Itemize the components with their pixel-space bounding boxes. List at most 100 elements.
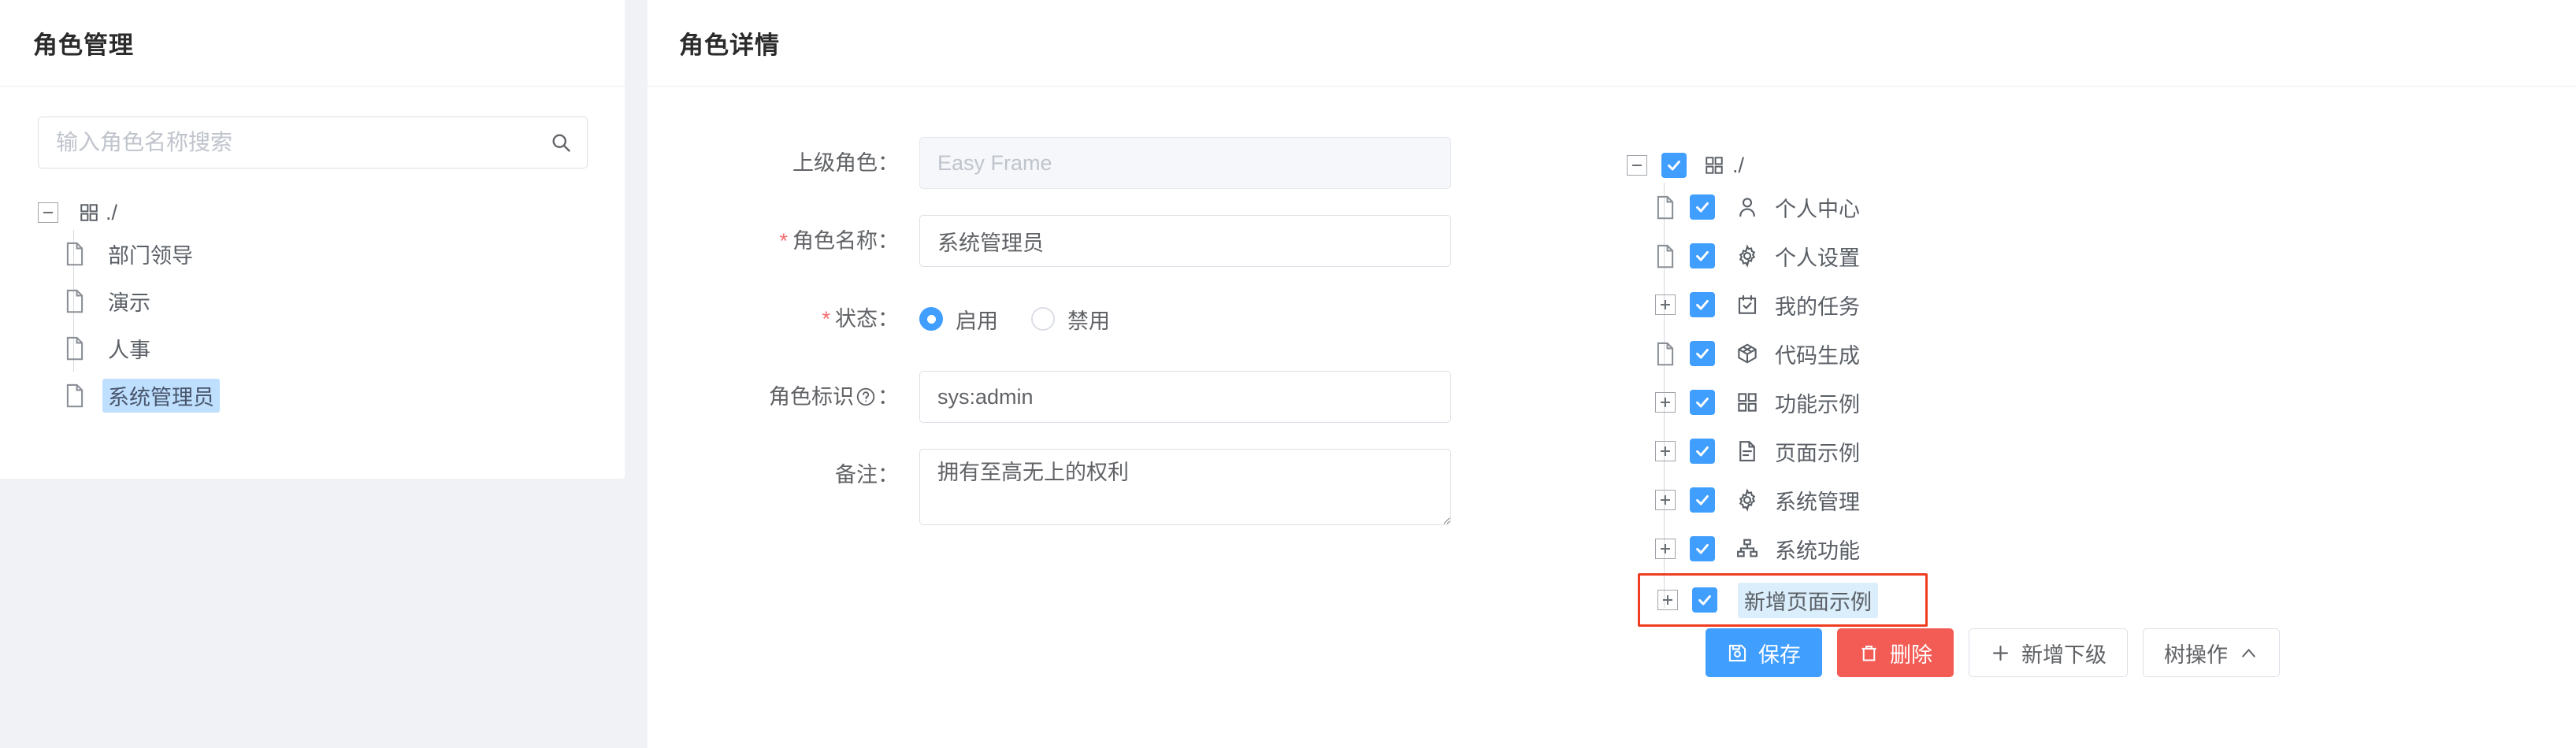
role-list-panel: 角色管理 输入角色名称搜索 ./ 部门领导 演示 人事 系统管理员 <box>0 0 625 479</box>
collapse-toggle-icon[interactable] <box>38 202 58 223</box>
expand-toggle-icon[interactable] <box>1655 392 1676 413</box>
cube-icon <box>1735 342 1759 365</box>
grid-icon <box>1735 391 1759 414</box>
expand-toggle-icon[interactable] <box>1657 590 1678 610</box>
permission-row[interactable]: 个人中心 <box>1655 183 2068 231</box>
add-child-button[interactable]: 新增下级 <box>1969 628 2128 677</box>
role-tree-root[interactable]: ./ <box>38 195 587 230</box>
status-radio-enabled[interactable]: 启用 <box>919 304 998 335</box>
role-name-input[interactable] <box>919 215 1451 267</box>
status-radio-disabled[interactable]: 禁用 <box>1031 304 1110 335</box>
role-detail-body: 上级角色： *角色名称： *状态： <box>648 87 2576 748</box>
checkbox-checked-icon[interactable] <box>1690 292 1715 317</box>
role-name-label: * 角色名称： <box>648 215 919 267</box>
status-label: * 状态： <box>648 293 919 345</box>
radio-dot-selected-icon <box>919 307 943 331</box>
save-button-label: 保存 <box>1758 642 1801 667</box>
document-icon <box>1735 439 1759 463</box>
list-item-label: 演示 <box>108 291 150 315</box>
gear-icon <box>1735 244 1759 268</box>
required-asterisk: * <box>779 229 788 253</box>
list-item[interactable]: 人事 <box>65 324 587 372</box>
permission-row[interactable]: 我的任务 <box>1655 280 2068 329</box>
chevron-up-icon <box>2239 643 2259 663</box>
checkbox-checked-icon[interactable] <box>1690 536 1715 561</box>
remark-label: 备注： <box>835 463 899 487</box>
role-key-input[interactable] <box>919 371 1451 423</box>
checkbox-checked-icon[interactable] <box>1690 390 1715 415</box>
permission-row[interactable]: 个人设置 <box>1655 231 2068 280</box>
expand-toggle-icon[interactable] <box>1655 441 1676 461</box>
checkbox-checked-icon[interactable] <box>1661 153 1687 178</box>
remark-textarea[interactable] <box>919 449 1451 525</box>
permission-row[interactable]: 代码生成 <box>1655 329 2068 378</box>
role-tree: ./ 部门领导 演示 人事 系统管理员 <box>38 195 587 419</box>
search-input[interactable] <box>38 117 588 168</box>
file-icon <box>1655 195 1676 220</box>
checkbox-checked-icon[interactable] <box>1690 243 1715 268</box>
permission-tree-root-label: ./ <box>1732 153 1745 177</box>
expand-toggle-icon[interactable] <box>1655 294 1676 315</box>
task-check-icon <box>1735 293 1759 317</box>
checkbox-checked-icon[interactable] <box>1690 194 1715 220</box>
expand-toggle-icon[interactable] <box>1655 490 1676 510</box>
permission-row[interactable]: 系统功能 <box>1655 524 2068 573</box>
role-detail-header: 角色详情 <box>648 0 2576 87</box>
permission-row[interactable]: 页面示例 <box>1655 427 2068 476</box>
user-icon <box>1735 195 1759 219</box>
file-icon <box>1655 244 1676 268</box>
grid-icon <box>1704 155 1724 176</box>
list-item[interactable]: 部门领导 <box>65 230 587 277</box>
delete-button[interactable]: 删除 <box>1837 628 1954 677</box>
role-search <box>38 117 588 168</box>
checkbox-checked-icon[interactable] <box>1692 587 1717 613</box>
role-key-label-suffix: ： <box>878 385 899 409</box>
role-tree-children: 部门领导 演示 人事 系统管理员 <box>65 230 587 419</box>
list-item[interactable]: 演示 <box>65 277 587 324</box>
radio-dot-icon <box>1031 307 1055 331</box>
file-icon <box>65 383 85 408</box>
tree-actions-button[interactable]: 树操作 <box>2143 628 2280 677</box>
save-button[interactable]: 保存 <box>1706 628 1822 677</box>
permission-row-label: 页面示例 <box>1775 441 1860 465</box>
gear-icon <box>1735 488 1759 512</box>
permission-row-highlighted[interactable]: 新增页面示例 <box>1638 573 1928 627</box>
status-radio-group: 启用 禁用 <box>919 293 1143 345</box>
expand-toggle-icon[interactable] <box>1655 539 1676 559</box>
permission-row-label: 系统管理 <box>1775 490 1860 514</box>
parent-role-label: 上级角色： <box>792 151 899 175</box>
permission-row-label: 新增页面示例 <box>1738 582 1878 618</box>
checkbox-checked-icon[interactable] <box>1690 341 1715 366</box>
permission-row[interactable]: 功能示例 <box>1655 378 2068 427</box>
permission-tree-root[interactable]: ./ <box>1627 148 2068 183</box>
file-icon <box>65 289 85 313</box>
list-item-label: 系统管理员 <box>102 378 220 413</box>
grid-icon <box>79 202 99 223</box>
question-circle-icon[interactable] <box>856 374 876 406</box>
page-title: 角色管理 <box>33 31 134 59</box>
permission-row-label: 代码生成 <box>1775 343 1860 368</box>
permission-row[interactable]: 系统管理 <box>1655 476 2068 524</box>
role-list-body: ./ 部门领导 <box>0 87 625 419</box>
checkbox-checked-icon[interactable] <box>1690 487 1715 513</box>
role-name-label-text: 角色名称： <box>792 229 899 253</box>
search-icon[interactable] <box>550 131 572 154</box>
file-icon <box>1655 342 1676 366</box>
role-key-label-text: 角色标识 <box>769 385 854 409</box>
parent-role-input <box>919 137 1451 189</box>
status-radio-enabled-label: 启用 <box>956 309 998 333</box>
permission-row-label: 个人设置 <box>1775 246 1860 270</box>
role-tree-root-label: ./ <box>106 200 118 224</box>
list-item-selected[interactable]: 系统管理员 <box>65 372 587 419</box>
status-radio-disabled-label: 禁用 <box>1067 309 1110 333</box>
action-buttons: 保存 删除 新增下级 树操作 <box>1706 628 2280 677</box>
checkbox-checked-icon[interactable] <box>1690 439 1715 464</box>
sitemap-icon <box>1735 537 1759 561</box>
role-key-label: 角色标识 ： <box>648 371 919 423</box>
file-icon <box>65 242 85 266</box>
delete-button-label: 删除 <box>1890 642 1932 667</box>
permission-row-label: 个人中心 <box>1775 197 1860 221</box>
list-item-label: 人事 <box>108 338 150 362</box>
collapse-toggle-icon[interactable] <box>1627 155 1647 176</box>
permission-tree: ./ 个人中心 个人设置 我的任务 代码生成 功能示例 页面示例 系统管理 系统… <box>1627 148 2068 627</box>
